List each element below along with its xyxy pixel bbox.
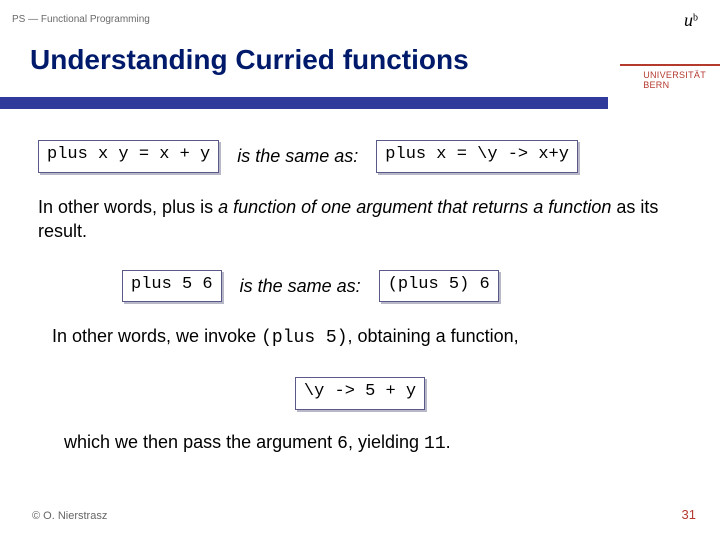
p3-mono1: 6 [337,434,348,454]
logo-u-letter: u [684,10,693,30]
university-logo: ub UNIVERSITÄT BERN [608,0,720,110]
p3-mono2: 11 [424,434,446,454]
slide-title: Understanding Curried functions [30,44,469,76]
logo-uni-line2: BERN [643,80,706,90]
slide-body: plus x y = x + y is the same as: plus x … [0,110,720,456]
logo-university-text: UNIVERSITÄT BERN [643,70,706,91]
logo-ub: ub [684,10,698,31]
code-box-plus5-applied: (plus 5) 6 [379,270,499,303]
explanation-1: In other words, plus is a function of on… [38,195,682,244]
lambda-result-row: \y -> 5 + y [38,377,682,410]
logo-b-letter: b [693,12,698,23]
p2-post: , obtaining a function, [348,326,519,346]
logo-uni-line1: UNIVERSITÄT [643,70,706,80]
footer-copyright: © O. Nierstrasz [32,510,107,522]
code-box-lambda-5y: \y -> 5 + y [295,377,425,410]
code-box-plus-xy: plus x y = x + y [38,140,219,173]
header-divider [0,97,608,109]
explanation-3: which we then pass the argument 6, yield… [64,430,682,456]
equivalence-row-2: plus 5 6 is the same as: (plus 5) 6 [122,270,682,303]
p3-post: . [446,432,451,452]
p3-pre: which we then pass the argument [64,432,337,452]
p3-mid: , yielding [348,432,424,452]
explanation-2: In other words, we invoke (plus 5), obta… [52,324,682,350]
equivalence-row-1: plus x y = x + y is the same as: plus x … [38,140,682,173]
course-label: PS — Functional Programming [12,14,150,25]
footer-page-number: 31 [682,507,696,522]
code-box-plus-5-6: plus 5 6 [122,270,222,303]
same-as-label-2: is the same as: [240,274,361,298]
p2-pre: In other words, we invoke [52,326,261,346]
slide-header: PS — Functional Programming Understandin… [0,0,720,110]
p1-pre: In other words, plus is [38,197,218,217]
logo-divider [620,64,720,66]
same-as-label-1: is the same as: [237,144,358,168]
p2-mono: (plus 5) [261,328,347,348]
p1-ital: a function of one argument that returns … [218,197,611,217]
code-box-lambda-y: plus x = \y -> x+y [376,140,578,173]
